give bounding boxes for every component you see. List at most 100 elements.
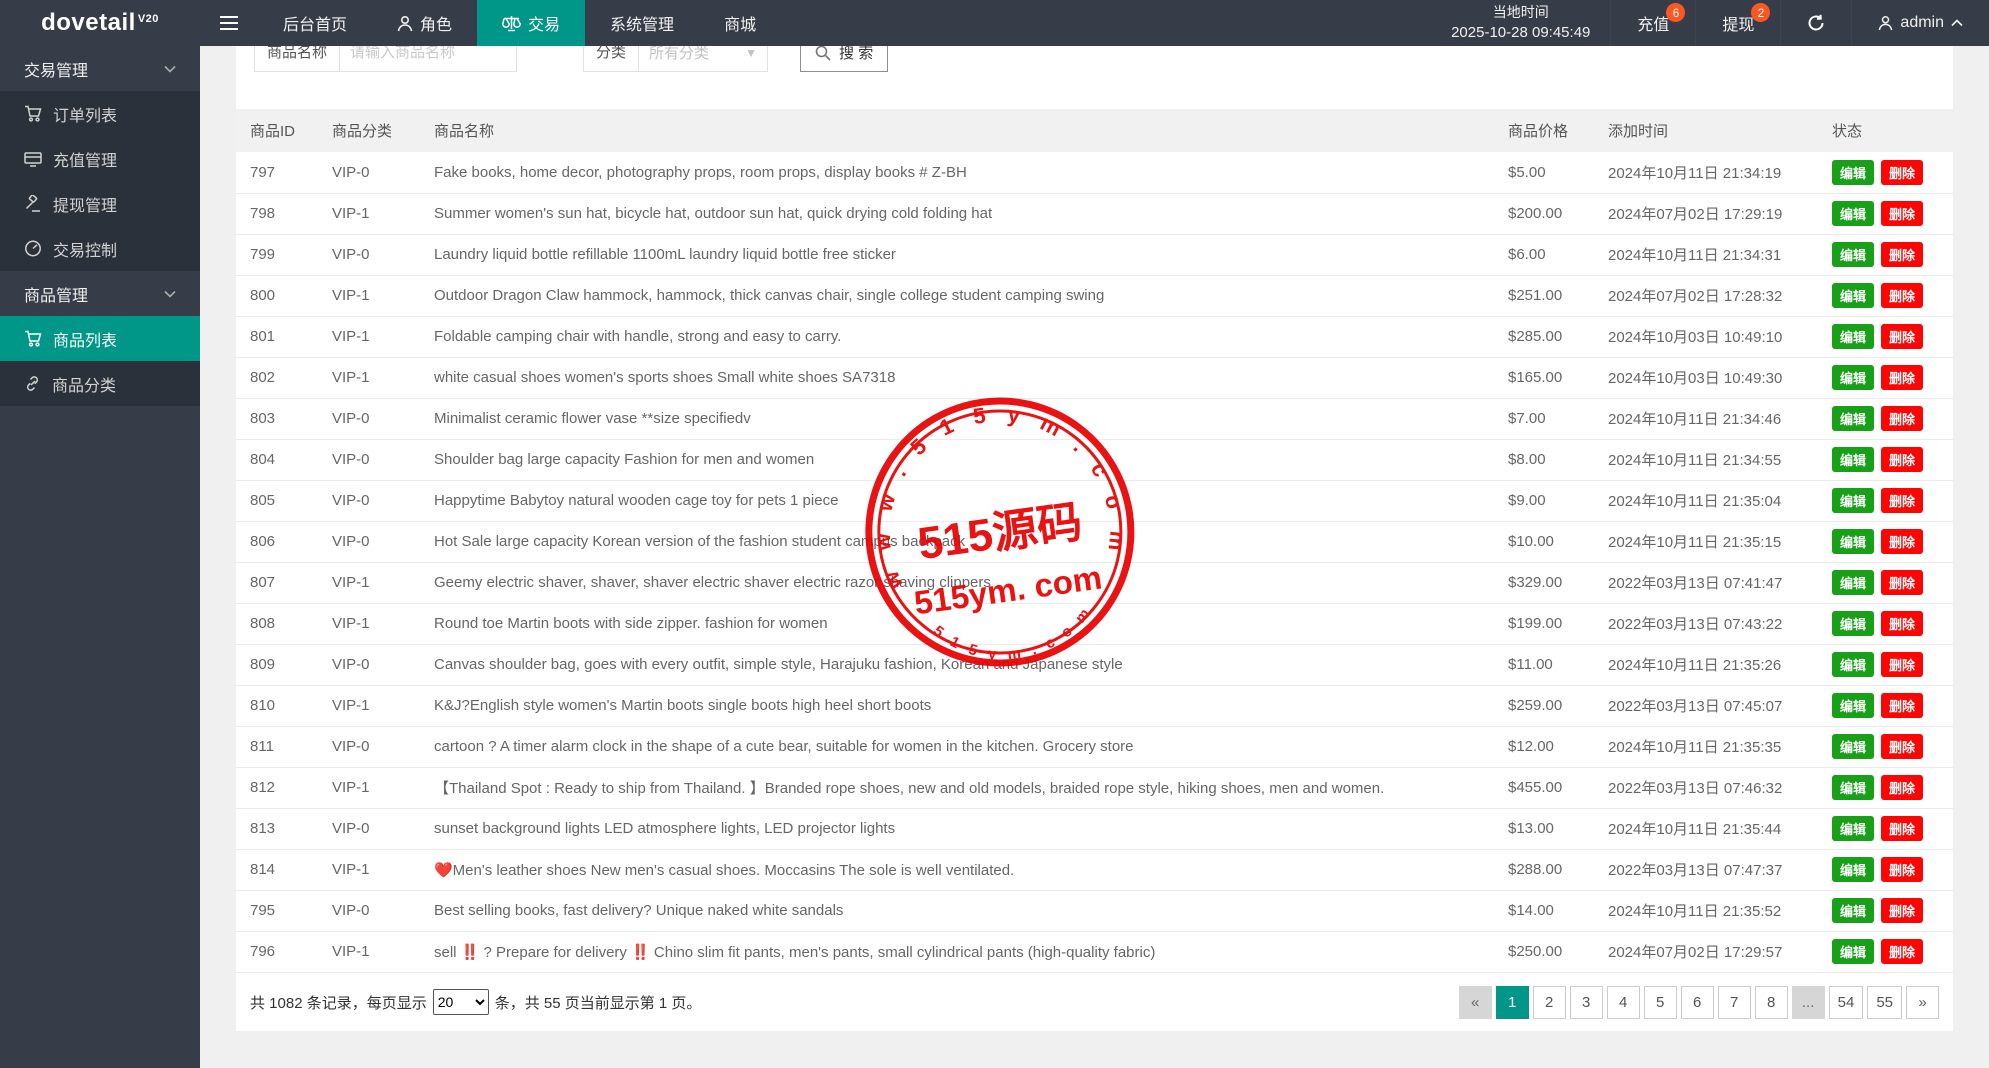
delete-button[interactable]: 删除	[1881, 283, 1923, 308]
edit-button[interactable]: 编辑	[1832, 570, 1874, 595]
product-id: 798	[236, 193, 318, 234]
sidebar-item-trade-control[interactable]: 交易控制	[0, 226, 200, 271]
edit-button[interactable]: 编辑	[1832, 939, 1874, 964]
page-button[interactable]: «	[1459, 986, 1492, 1019]
edit-button[interactable]: 编辑	[1832, 652, 1874, 677]
header-status: 状态	[1818, 109, 1953, 152]
edit-button[interactable]: 编辑	[1832, 406, 1874, 431]
delete-button[interactable]: 删除	[1881, 898, 1923, 923]
page-button[interactable]: 2	[1533, 986, 1566, 1019]
edit-button[interactable]: 编辑	[1832, 529, 1874, 554]
product-id: 803	[236, 398, 318, 439]
product-id: 811	[236, 726, 318, 767]
delete-button[interactable]: 删除	[1881, 242, 1923, 267]
sidebar-item-recharge-manage[interactable]: 充值管理	[0, 136, 200, 181]
edit-button[interactable]: 编辑	[1832, 283, 1874, 308]
product-add-time: 2024年10月11日 21:34:46	[1594, 398, 1818, 439]
menu-toggle-button[interactable]	[200, 0, 258, 46]
delete-button[interactable]: 删除	[1881, 857, 1923, 882]
delete-button[interactable]: 删除	[1881, 447, 1923, 472]
person-icon	[397, 15, 413, 32]
delete-button[interactable]: 删除	[1881, 734, 1923, 759]
delete-button[interactable]: 删除	[1881, 529, 1923, 554]
product-price: $11.00	[1494, 644, 1594, 685]
sidebar-item-withdraw-manage[interactable]: 提现管理	[0, 181, 200, 226]
nav-item-system[interactable]: 系统管理	[585, 0, 699, 46]
row-actions: 编辑删除	[1818, 398, 1953, 439]
product-name: Minimalist ceramic flower vase **size sp…	[420, 398, 1494, 439]
edit-button[interactable]: 编辑	[1832, 816, 1874, 841]
page-button-current[interactable]: 1	[1496, 986, 1529, 1019]
nav-item-dashboard[interactable]: 后台首页	[258, 0, 372, 46]
delete-button[interactable]: 删除	[1881, 611, 1923, 636]
nav-item-mall[interactable]: 商城	[699, 0, 781, 46]
category-select[interactable]: 所有分类 ▼	[639, 46, 767, 71]
sidebar-group-product[interactable]: 商品管理	[0, 271, 200, 316]
edit-button[interactable]: 编辑	[1832, 775, 1874, 800]
sidebar-item-label: 商品列表	[53, 327, 117, 351]
withdraw-button[interactable]: 提现 2	[1695, 0, 1780, 46]
page-size-select[interactable]: 20	[433, 989, 489, 1015]
edit-button[interactable]: 编辑	[1832, 201, 1874, 226]
edit-button[interactable]: 编辑	[1832, 242, 1874, 267]
product-price: $288.00	[1494, 849, 1594, 890]
delete-button[interactable]: 删除	[1881, 775, 1923, 800]
page-button[interactable]: 5	[1644, 986, 1677, 1019]
nav-item-roles[interactable]: 角色	[372, 0, 477, 46]
delete-button[interactable]: 删除	[1881, 324, 1923, 349]
page-button[interactable]: 54	[1829, 986, 1864, 1019]
edit-button[interactable]: 编辑	[1832, 611, 1874, 636]
edit-button[interactable]: 编辑	[1832, 693, 1874, 718]
page-button[interactable]: »	[1906, 986, 1939, 1019]
chevron-up-icon	[1951, 19, 1963, 27]
page-button[interactable]: 8	[1755, 986, 1788, 1019]
product-name: Foldable camping chair with handle, stro…	[420, 316, 1494, 357]
product-name-input[interactable]	[340, 46, 516, 71]
delete-button[interactable]: 删除	[1881, 488, 1923, 513]
product-add-time: 2024年10月03日 10:49:10	[1594, 316, 1818, 357]
sidebar-item-order-list[interactable]: 订单列表	[0, 91, 200, 136]
delete-button[interactable]: 删除	[1881, 365, 1923, 390]
page-button[interactable]: 55	[1867, 986, 1902, 1019]
table-row: 796VIP-1sell ‼️ ? Prepare for delivery ‼…	[236, 931, 1953, 972]
product-id: 797	[236, 152, 318, 193]
search-button[interactable]: 搜 索	[800, 46, 888, 72]
edit-button[interactable]: 编辑	[1832, 447, 1874, 472]
edit-button[interactable]: 编辑	[1832, 734, 1874, 759]
nav-item-label: 系统管理	[610, 11, 674, 35]
edit-button[interactable]: 编辑	[1832, 857, 1874, 882]
product-add-time: 2024年10月11日 21:35:04	[1594, 480, 1818, 521]
product-name: Best selling books, fast delivery? Uniqu…	[420, 890, 1494, 931]
page-button[interactable]: 4	[1607, 986, 1640, 1019]
sidebar-item-product-list[interactable]: 商品列表	[0, 316, 200, 361]
delete-button[interactable]: 删除	[1881, 816, 1923, 841]
edit-button[interactable]: 编辑	[1832, 898, 1874, 923]
delete-button[interactable]: 删除	[1881, 939, 1923, 964]
nav-item-trade[interactable]: 交易	[477, 0, 585, 46]
delete-button[interactable]: 删除	[1881, 201, 1923, 226]
delete-button[interactable]: 删除	[1881, 652, 1923, 677]
product-add-time: 2024年10月11日 21:35:26	[1594, 644, 1818, 685]
product-category: VIP-0	[318, 152, 420, 193]
sidebar-item-product-category[interactable]: 商品分类	[0, 361, 200, 406]
edit-button[interactable]: 编辑	[1832, 488, 1874, 513]
sidebar-group-trade[interactable]: 交易管理	[0, 46, 200, 91]
page-button[interactable]: 7	[1718, 986, 1751, 1019]
edit-button[interactable]: 编辑	[1832, 160, 1874, 185]
product-name: Laundry liquid bottle refillable 1100mL …	[420, 234, 1494, 275]
delete-button[interactable]: 删除	[1881, 160, 1923, 185]
edit-button[interactable]: 编辑	[1832, 324, 1874, 349]
table-row: 795VIP-0Best selling books, fast deliver…	[236, 890, 1953, 931]
sidebar-item-label: 提现管理	[53, 192, 117, 216]
edit-button[interactable]: 编辑	[1832, 365, 1874, 390]
page-button[interactable]: 6	[1681, 986, 1714, 1019]
delete-button[interactable]: 删除	[1881, 570, 1923, 595]
admin-menu[interactable]: admin	[1851, 0, 1989, 46]
delete-button[interactable]: 删除	[1881, 406, 1923, 431]
product-id: 812	[236, 767, 318, 808]
recharge-button[interactable]: 充值 6	[1610, 0, 1695, 46]
gauge-icon	[24, 240, 42, 257]
page-button[interactable]: 3	[1570, 986, 1603, 1019]
delete-button[interactable]: 删除	[1881, 693, 1923, 718]
refresh-button[interactable]	[1780, 0, 1851, 46]
